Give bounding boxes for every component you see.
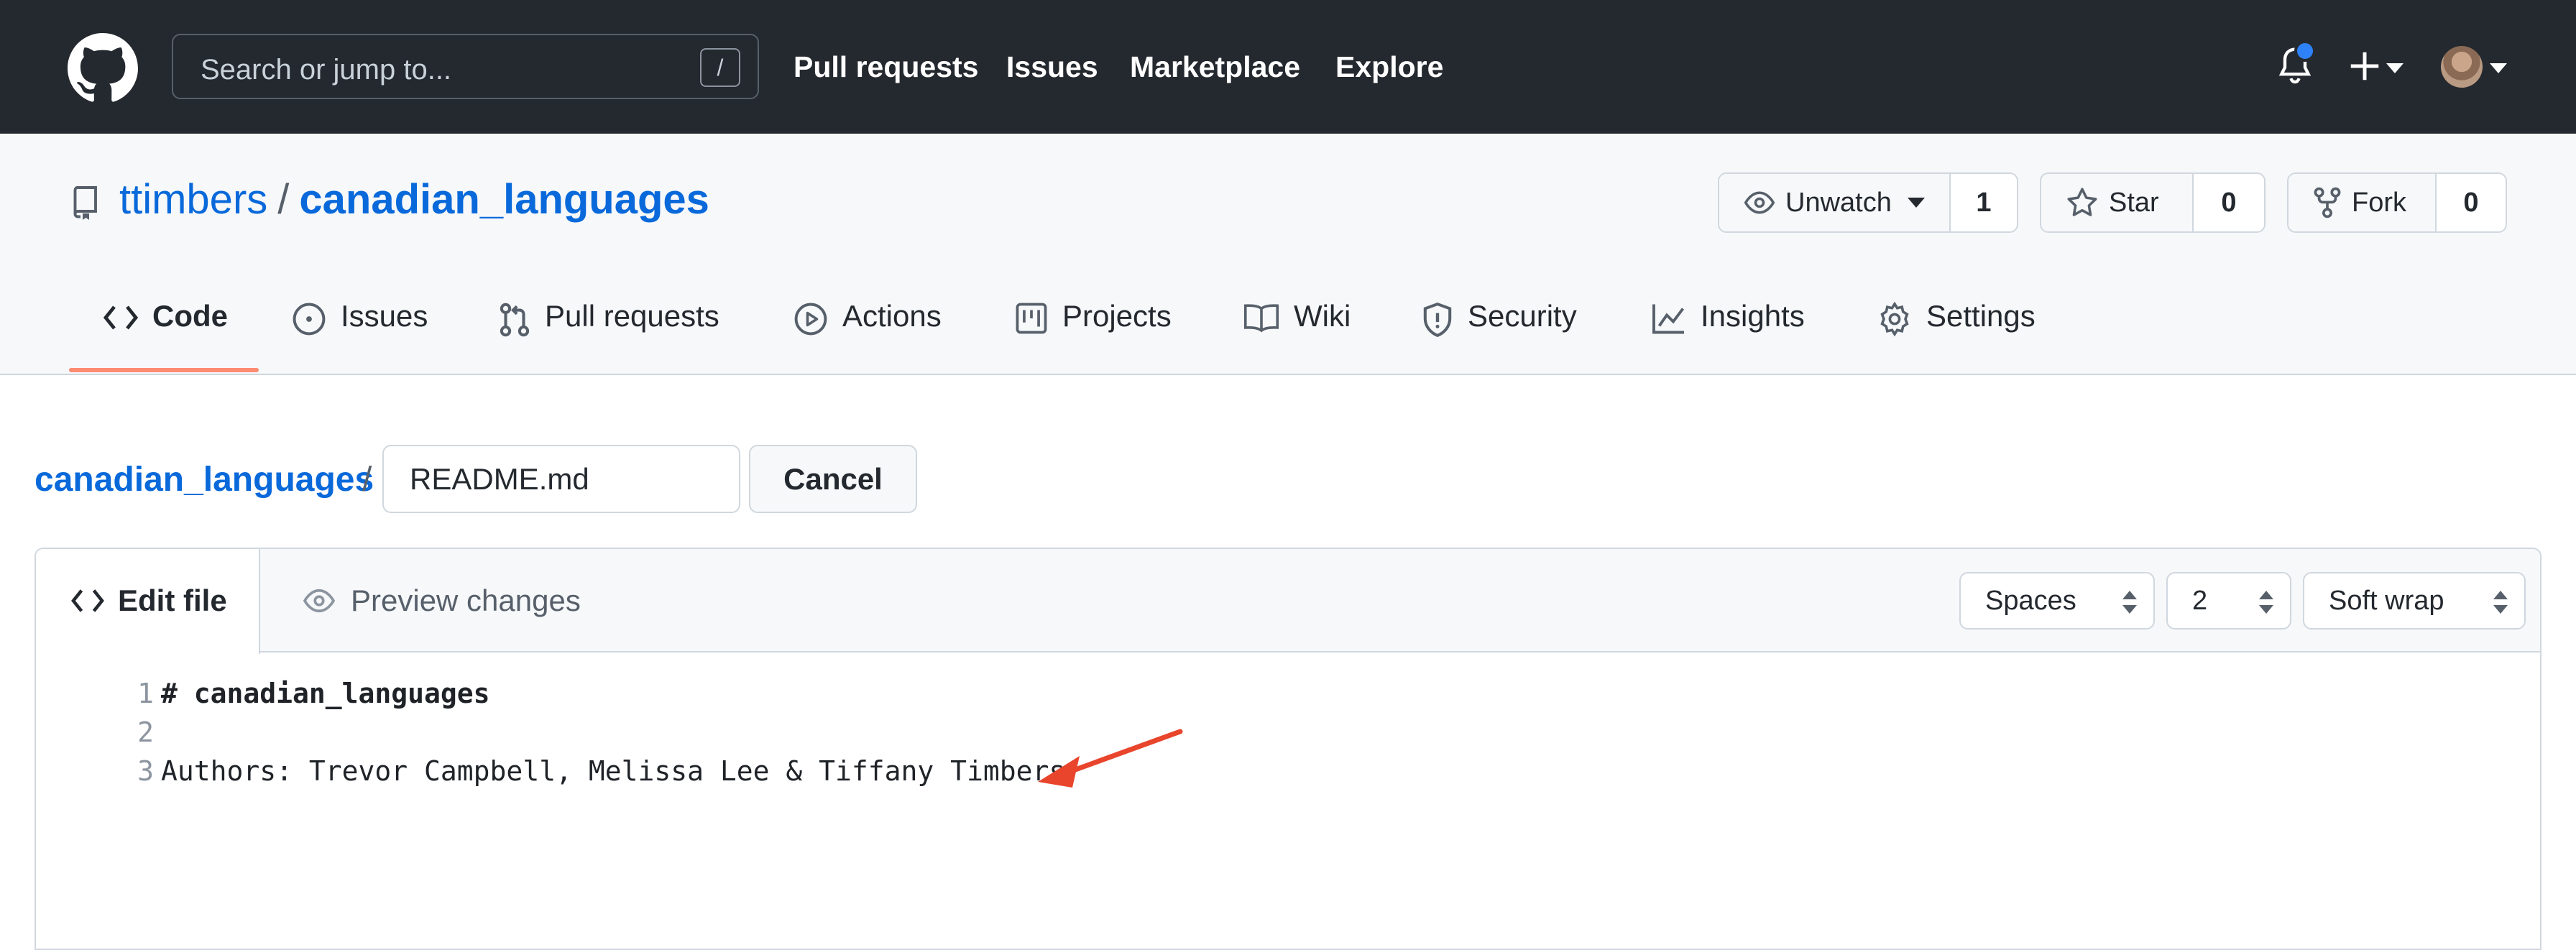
notification-indicator	[2294, 40, 2316, 62]
annotation-arrow-icon	[1038, 729, 1183, 788]
tab-settings[interactable]: Settings	[1877, 299, 2036, 374]
repo-separator: /	[277, 176, 290, 223]
star-icon	[2067, 188, 2097, 216]
avatar[interactable]	[2441, 46, 2483, 88]
fork-button[interactable]: Fork	[2288, 174, 2437, 231]
shield-icon	[1423, 302, 1452, 338]
repo-icon	[73, 186, 97, 220]
tab-wiki[interactable]: Wiki	[1243, 299, 1351, 374]
unwatch-button[interactable]: Unwatch	[1719, 174, 1951, 231]
code-icon	[104, 305, 138, 330]
tab-insights[interactable]: Insights	[1652, 299, 1805, 374]
line-number: 1	[137, 678, 154, 709]
line-number: 2	[137, 716, 154, 748]
repo-title: ttimbers / canadian_languages	[119, 175, 709, 223]
star-button[interactable]: Star	[2041, 174, 2194, 231]
breadcrumb-separator: /	[362, 461, 372, 499]
search-placeholder: Search or jump to...	[201, 54, 452, 86]
code-line: 3 Authors: Trevor Campbell, Melissa Lee …	[36, 752, 2540, 790]
plus-icon[interactable]	[2349, 50, 2380, 82]
tab-pull-requests[interactable]: Pull requests	[499, 299, 719, 374]
tab-issues[interactable]: Issues	[292, 299, 428, 374]
indent-size-value: 2	[2192, 586, 2208, 616]
tab-actions[interactable]: Actions	[794, 299, 942, 374]
line-content[interactable]: # canadian_languages	[161, 674, 490, 713]
stars-count[interactable]: 0	[2194, 174, 2264, 231]
indent-mode-select[interactable]: Spaces	[1959, 572, 2155, 630]
line-content[interactable]: Authors: Trevor Campbell, Melissa Lee & …	[161, 752, 1065, 790]
chevron-down-icon[interactable]	[2490, 63, 2507, 73]
select-arrows-icon	[2493, 591, 2508, 614]
nav-explore[interactable]: Explore	[1335, 50, 1443, 84]
chevron-down-icon[interactable]	[2386, 63, 2404, 73]
fork-label: Fork	[2352, 187, 2406, 218]
star-button-group: Star 0	[2040, 172, 2266, 233]
indent-size-select[interactable]: 2	[2166, 572, 2291, 630]
repo-name-link[interactable]: canadian_languages	[299, 176, 709, 223]
tab-projects-label: Projects	[1062, 299, 1172, 333]
filename-input[interactable]: README.md	[382, 445, 740, 513]
search-shortcut-key: /	[700, 48, 740, 87]
global-header: Search or jump to... / Pull requests Iss…	[0, 0, 2576, 134]
repo-header: ttimbers / canadian_languages Unwatch 1 St…	[0, 134, 2576, 375]
code-line: 1 # canadian_languages	[36, 674, 2540, 713]
tab-preview-changes-label: Preview changes	[351, 584, 581, 617]
graph-icon	[1652, 304, 1685, 334]
fork-button-group: Fork 0	[2287, 172, 2507, 233]
eye-icon	[303, 589, 336, 613]
github-logo-icon[interactable]	[68, 33, 138, 103]
line-number: 3	[137, 755, 154, 787]
nav-issues[interactable]: Issues	[1006, 50, 1098, 84]
tab-edit-file[interactable]: Edit file	[36, 549, 260, 654]
pull-request-icon	[500, 303, 530, 337]
file-editor: Edit file Preview changes Spaces 2 Soft …	[34, 548, 2542, 950]
nav-marketplace[interactable]: Marketplace	[1130, 50, 1300, 84]
tab-actions-label: Actions	[842, 299, 942, 333]
eye-icon	[1744, 191, 1775, 214]
tab-edit-file-label: Edit file	[118, 584, 227, 617]
project-icon	[1016, 303, 1047, 334]
tab-issues-label: Issues	[341, 299, 428, 333]
book-icon	[1243, 304, 1279, 333]
nav-pull-requests[interactable]: Pull requests	[794, 50, 978, 84]
tab-security-label: Security	[1468, 299, 1577, 333]
select-arrows-icon	[2122, 591, 2137, 614]
cancel-button[interactable]: Cancel	[749, 445, 917, 513]
unwatch-label: Unwatch	[1785, 187, 1892, 218]
editor-toolbar: Edit file Preview changes Spaces 2 Soft …	[36, 549, 2540, 654]
repo-owner-link[interactable]: ttimbers	[119, 176, 267, 223]
fork-icon	[2314, 187, 2341, 218]
gear-icon	[1880, 302, 1909, 336]
tab-wiki-label: Wiki	[1294, 299, 1351, 333]
play-icon	[794, 303, 827, 336]
watch-button-group: Unwatch 1	[1718, 172, 2018, 233]
breadcrumb-repo-link[interactable]: canadian_languages	[34, 460, 374, 499]
watchers-count[interactable]: 1	[1951, 174, 2017, 231]
tab-projects[interactable]: Projects	[1015, 299, 1172, 374]
tab-code-label: Code	[152, 299, 228, 333]
code-line: 2	[36, 713, 2540, 752]
active-tab-indicator	[69, 368, 259, 372]
code-icon	[71, 589, 104, 612]
star-label: Star	[2109, 187, 2159, 218]
search-input[interactable]: Search or jump to... /	[172, 34, 759, 99]
tab-insights-label: Insights	[1701, 299, 1805, 333]
wrap-mode-select[interactable]: Soft wrap	[2303, 572, 2526, 630]
tab-preview-changes[interactable]: Preview changes	[302, 549, 581, 652]
tab-settings-label: Settings	[1926, 299, 2036, 333]
tab-code[interactable]: Code	[104, 299, 228, 374]
wrap-mode-value: Soft wrap	[2329, 586, 2444, 616]
tab-security[interactable]: Security	[1422, 299, 1577, 374]
indent-mode-value: Spaces	[1985, 586, 2076, 616]
issue-icon	[293, 303, 326, 336]
tab-pull-requests-label: Pull requests	[545, 299, 719, 333]
select-arrows-icon	[2259, 591, 2273, 614]
chevron-down-icon	[1907, 198, 1925, 208]
forks-count[interactable]: 0	[2437, 174, 2506, 231]
